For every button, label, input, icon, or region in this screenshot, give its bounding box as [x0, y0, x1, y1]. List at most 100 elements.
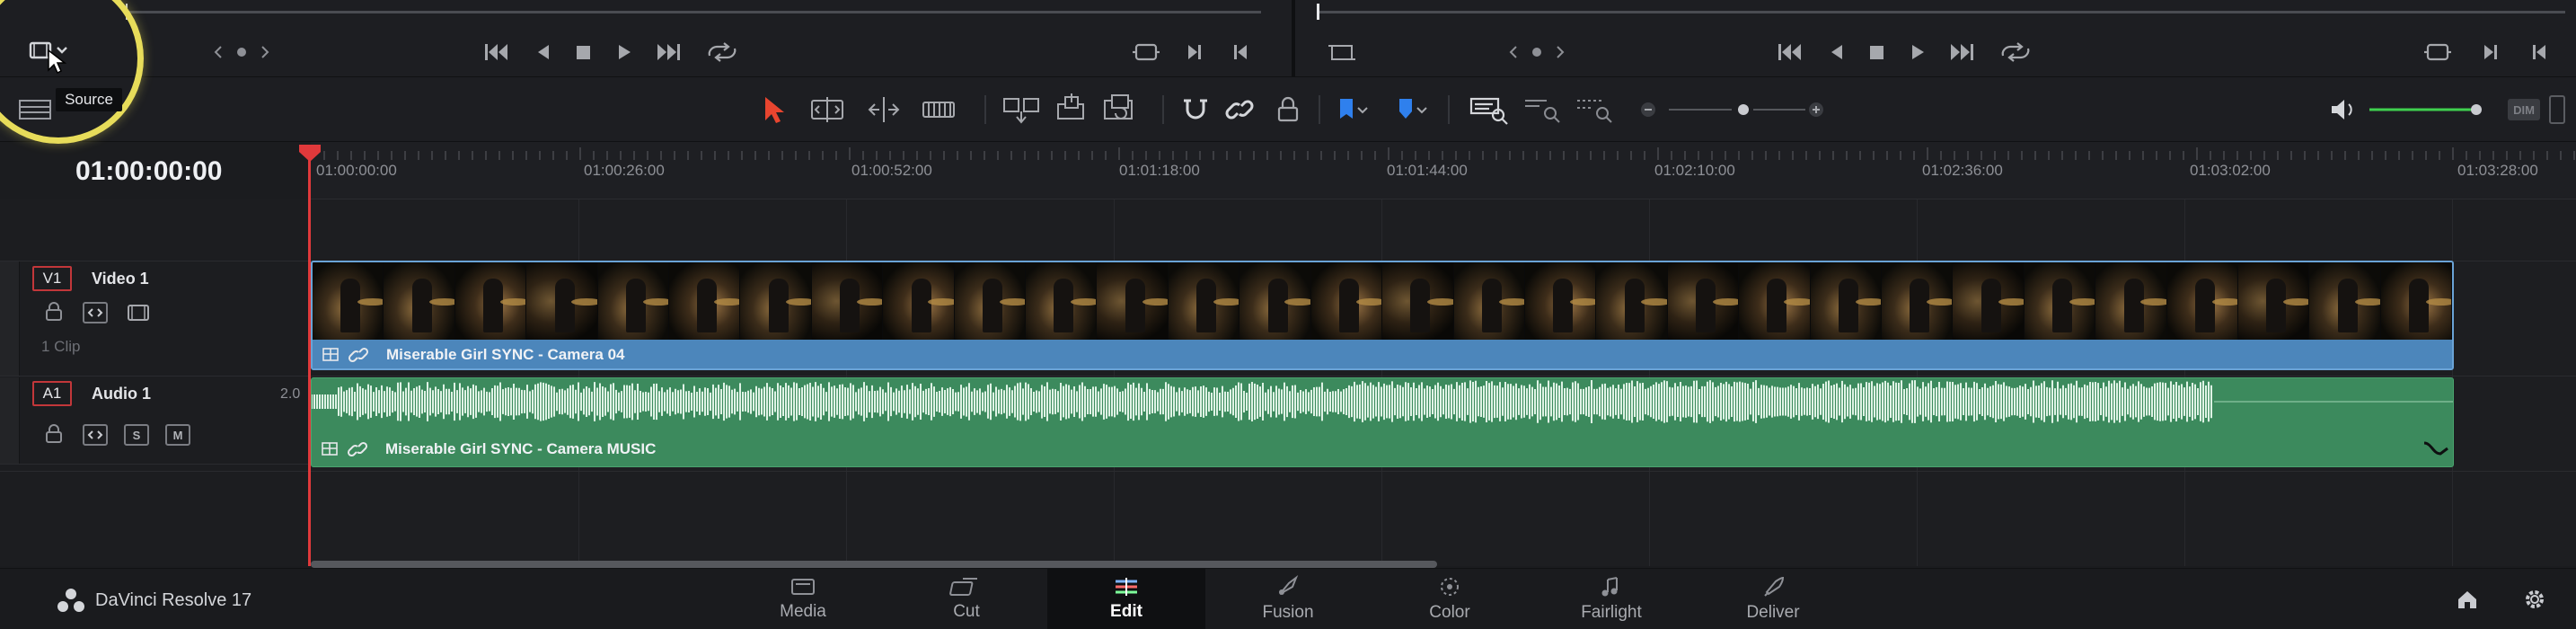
track-row-separator [0, 376, 2576, 377]
timeline-right-controls [2423, 38, 2558, 66]
zoom-slider[interactable] [1669, 104, 1805, 115]
clip-count: 1 Clip [41, 338, 81, 355]
audio-track-badge[interactable]: A1 [32, 381, 72, 406]
thumbnail-cymbal [714, 298, 740, 306]
video-thumbnail [669, 262, 741, 340]
linked-selection-icon[interactable] [1225, 100, 1254, 120]
thumbnail-cymbal [2211, 298, 2237, 306]
page-tab-edit[interactable]: Edit [1047, 569, 1205, 629]
timeline-ruler[interactable]: 01:00:00:00 01:00:26:00 01:00:52:00 01:0… [310, 142, 2576, 199]
flag-icon[interactable] [1340, 99, 1353, 119]
volume-slider[interactable] [2369, 104, 2482, 115]
video-track-name[interactable]: Video 1 [92, 270, 149, 288]
insert-clip-icon[interactable] [1003, 98, 1039, 124]
previous-frame-icon[interactable] [1234, 45, 1247, 59]
page-tab-color[interactable]: Color [1371, 569, 1529, 629]
jump-to-end-icon[interactable] [1951, 44, 1973, 60]
video-thumbnail [2095, 262, 2167, 340]
thumbnail-figure [2337, 279, 2358, 332]
loop-icon[interactable] [708, 42, 737, 62]
lock-track-icon[interactable] [45, 424, 63, 444]
curve-editor-icon[interactable] [2422, 438, 2449, 459]
settings-gear-icon[interactable] [2522, 587, 2547, 612]
zoom-to-fit-icon[interactable] [1469, 97, 1508, 125]
replace-clip-icon[interactable] [1104, 94, 1133, 120]
page-tab-label: Deliver [1746, 603, 1800, 622]
fairlight-icon [1601, 577, 1618, 597]
auto-select-track-icon[interactable] [83, 302, 108, 323]
thumbnail-figure [2409, 279, 2430, 332]
mute-button[interactable]: M [165, 424, 190, 446]
jump-to-start-icon[interactable] [1778, 44, 1801, 60]
speaker-icon[interactable] [2332, 100, 2352, 120]
timeline-horizontal-scrollbar[interactable] [311, 561, 1437, 568]
zoom-in-icon[interactable] [1809, 102, 1823, 117]
audio-track-name[interactable]: Audio 1 [92, 385, 151, 403]
audio-clip[interactable]: Miserable Girl SYNC - Camera MUSIC [311, 377, 2454, 467]
solo-button[interactable]: S [124, 424, 149, 446]
jog-dots-icon [1509, 46, 1565, 58]
thumbnail-cymbal [1213, 298, 1239, 306]
video-track-badge[interactable]: V1 [32, 266, 72, 291]
position-lock-icon[interactable] [1277, 96, 1299, 122]
source-jog-control[interactable] [210, 40, 273, 65]
audio-meter-toggle[interactable] [2549, 95, 2565, 124]
next-frame-icon[interactable] [1188, 45, 1201, 59]
page-tab-deliver[interactable]: Deliver [1694, 569, 1852, 629]
thumbnail-cymbal [642, 298, 669, 306]
marker-icon[interactable] [1399, 99, 1412, 119]
source-scrubber[interactable] [126, 11, 1261, 13]
loop-icon[interactable] [2001, 42, 2030, 62]
dynamic-trim-mode-icon[interactable] [868, 97, 900, 122]
video-thumbnail [313, 262, 384, 340]
current-timecode[interactable]: 01:00:00:00 [75, 156, 222, 187]
thumbnail-cymbal [357, 298, 384, 306]
flag-dropdown-icon[interactable] [1357, 107, 1368, 114]
video-clip[interactable]: Miserable Girl SYNC - Camera 04 [311, 261, 2454, 370]
playhead[interactable] [308, 153, 311, 566]
timeline-viewer-mode[interactable] [1324, 40, 1360, 65]
video-thumbnail [384, 262, 455, 340]
trim-edit-mode-icon[interactable] [811, 97, 843, 122]
thumbnail-figure [1410, 279, 1431, 332]
zoom-out-icon[interactable] [1641, 102, 1655, 117]
lock-track-icon[interactable] [45, 302, 63, 322]
play-icon[interactable] [619, 45, 631, 59]
selection-mode-icon[interactable] [765, 97, 784, 123]
playhead-handle[interactable] [298, 144, 322, 164]
detail-zoom-icon[interactable] [1525, 100, 1560, 123]
play-reverse-icon[interactable] [1831, 45, 1842, 59]
page-tab-cut[interactable]: Cut [887, 569, 1045, 629]
thumbnail-cymbal [2140, 298, 2166, 306]
home-icon[interactable] [2456, 589, 2479, 610]
jump-to-start-icon[interactable] [485, 44, 507, 60]
video-thumbnail [1168, 262, 1240, 340]
dim-button[interactable]: DIM [2508, 99, 2540, 120]
disable-video-track-icon[interactable] [126, 302, 151, 323]
timeline-scrubber-head[interactable] [1317, 4, 1319, 20]
next-frame-icon[interactable] [2484, 45, 2497, 59]
play-reverse-icon[interactable] [538, 45, 549, 59]
timeline-scrubber[interactable] [1317, 11, 2565, 13]
video-thumbnail [1097, 262, 1169, 340]
previous-frame-icon[interactable] [2533, 45, 2545, 59]
timeline-jog-control[interactable] [1505, 40, 1568, 65]
video-thumbnail [1524, 262, 1597, 340]
page-tab-fairlight[interactable]: Fairlight [1532, 569, 1690, 629]
overwrite-clip-icon[interactable] [1057, 93, 1084, 120]
page-tab-fusion[interactable]: Fusion [1209, 569, 1367, 629]
ruler-label: 01:00:26:00 [584, 162, 665, 179]
auto-select-track-icon[interactable] [83, 424, 108, 446]
stop-icon[interactable] [1870, 46, 1883, 59]
match-frame-icon[interactable] [1133, 43, 1160, 61]
match-frame-icon[interactable] [2424, 43, 2451, 61]
jump-to-end-icon[interactable] [657, 44, 680, 60]
thumbnail-figure [2266, 279, 2287, 332]
stop-icon[interactable] [577, 46, 590, 59]
page-tab-media[interactable]: Media [724, 569, 882, 629]
snapping-icon[interactable] [1184, 99, 1207, 120]
marker-dropdown-icon[interactable] [1416, 107, 1427, 114]
play-icon[interactable] [1912, 45, 1924, 59]
blade-edit-mode-icon[interactable] [922, 102, 955, 118]
custom-zoom-icon[interactable] [1577, 100, 1612, 123]
